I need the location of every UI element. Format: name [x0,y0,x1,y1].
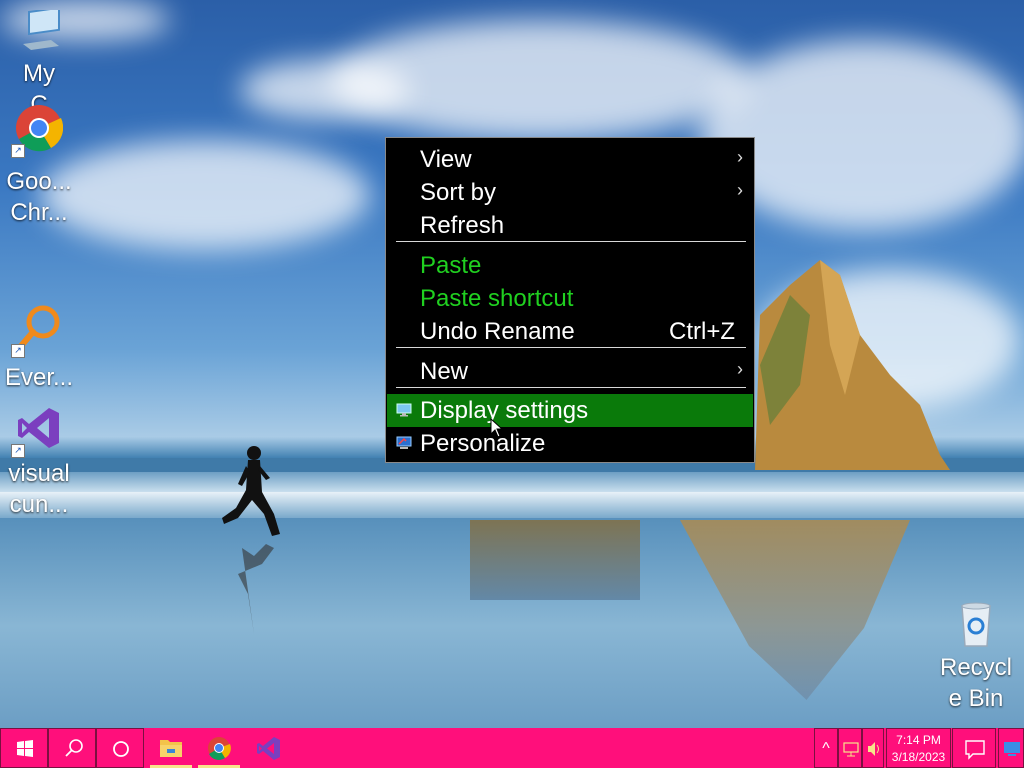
runner-silhouette [222,446,280,634]
menu-item-view[interactable]: View › [387,143,753,176]
desktop-icon-everything[interactable]: ↗ Ever... [0,304,78,393]
menu-item-label: Display settings [420,397,589,424]
menu-item-label: Personalize [420,430,546,457]
submenu-arrow-icon: › [737,147,743,167]
desktop-icon-google-chrome[interactable]: ↗ Goo... Chr... [0,104,78,228]
volume-icon [868,742,879,756]
menu-item-refresh[interactable]: Refresh [387,209,753,242]
menu-item-shortcut: Ctrl+Z [669,318,735,345]
menu-separator [396,347,746,348]
menu-separator [396,241,746,242]
desktop-icon-label: Recycl e Bin [939,654,1012,712]
cloud [40,140,370,250]
chevron-up-icon: ^ [822,740,830,757]
network-icon [843,742,859,757]
cloud [240,60,410,120]
start-button[interactable] [0,728,48,768]
surf [0,472,1024,492]
search-button[interactable] [48,728,96,768]
desktop-icon-label: Ever... [4,364,74,391]
taskbar-app-file-explorer[interactable] [148,728,194,768]
menu-item-personalize[interactable]: Personalize [387,427,753,460]
chrome-icon [208,737,231,760]
submenu-arrow-icon: › [737,180,743,200]
menu-item-label: Paste [420,252,482,279]
menu-item-display-settings[interactable]: Display settings [387,394,753,427]
show-hidden-icons-button[interactable]: ^ [814,728,838,768]
desktop-icon-recycle-bin[interactable]: Recycl e Bin [934,600,1018,714]
display-icon [396,403,412,417]
surf [0,492,1024,518]
menu-item-label: Refresh [420,212,505,239]
show-desktop-button[interactable] [998,728,1024,768]
menu-item-label: Undo Rename [420,318,575,345]
menu-item-label: View [420,146,472,173]
taskbar-clock[interactable]: 7:14 PM 3/18/2023 [886,728,951,768]
clock-date: 3/18/2023 [891,750,946,764]
menu-item-undo-rename[interactable]: Undo Rename Ctrl+Z [387,315,753,348]
search-icon [65,739,83,757]
menu-item-paste-shortcut[interactable]: Paste shortcut [387,282,753,315]
taskbar: ^ 7:14 PM 3/18/2023 [0,728,1024,768]
submenu-arrow-icon: › [737,359,743,379]
chrome-icon: ↗ [11,104,64,158]
desktop-context-menu: View › Sort by › Refresh Paste Paste sho… [385,137,755,463]
rock-reflection [470,520,640,600]
cortana-button[interactable] [96,728,144,768]
action-center-icon [965,740,985,760]
taskbar-app-visual-studio[interactable] [245,728,291,768]
tray-network[interactable] [838,728,862,768]
action-center-button[interactable] [952,728,996,768]
tray-volume[interactable] [862,728,884,768]
desktop-icon-label: visual cun... [8,460,70,518]
menu-separator [396,387,746,388]
mouse-cursor-icon [490,418,504,438]
rock-reflection [680,520,910,700]
desktop-icon-label: Goo... Chr... [6,168,72,226]
file-explorer-icon [160,740,182,757]
shortcut-arrow-icon: ↗ [11,144,25,158]
visual-studio-icon [257,737,280,760]
taskbar-app-google-chrome[interactable] [196,728,242,768]
menu-item-label: Sort by [420,179,497,206]
clock-time: 7:14 PM [896,733,941,747]
shortcut-arrow-icon: ↗ [11,444,25,458]
shortcut-arrow-icon: ↗ [11,344,25,358]
windows-start-icon [17,740,33,757]
sea-stack-rock [755,260,950,470]
menu-item-label: Paste shortcut [420,285,574,312]
personalize-icon [396,436,412,449]
menu-item-sort-by[interactable]: Sort by › [387,176,753,209]
visual-studio-icon: ↗ [11,404,63,458]
recycle-bin-icon [952,600,1000,648]
desktop-icon-visual-cun[interactable]: ↗ visual cun... [0,404,78,520]
computer-icon [15,6,63,58]
cortana-icon [113,741,129,757]
menu-item-label: New [420,358,469,385]
menu-item-paste[interactable]: Paste [387,249,753,282]
menu-item-new[interactable]: New › [387,355,753,388]
show-desktop-icon [1004,742,1020,756]
magnifier-icon: ↗ [11,304,63,358]
